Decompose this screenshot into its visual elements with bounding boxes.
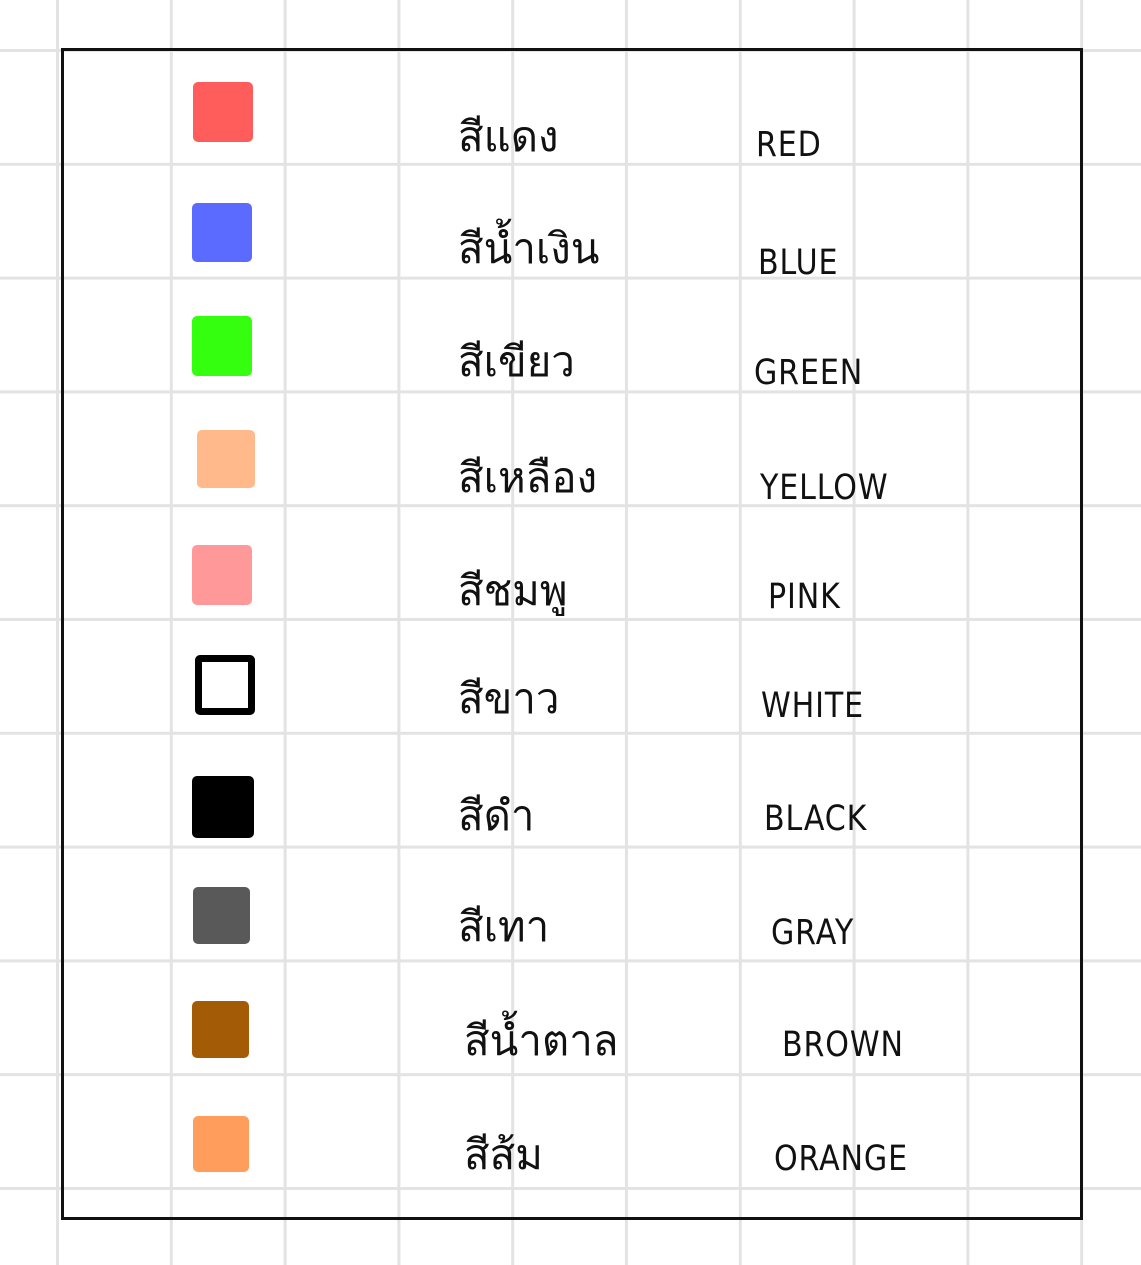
english-label-orange: ORANGE [774, 1139, 908, 1179]
swatch-blue [192, 203, 252, 262]
color-chart-frame: สีแดง RED สีน้ำเงิน BLUE สีเขียว GREEN ส… [61, 48, 1083, 1220]
swatch-green [192, 316, 252, 376]
english-label-blue: BLUE [758, 243, 839, 283]
swatch-orange [193, 1116, 249, 1172]
swatch-pink [192, 545, 252, 605]
swatch-gray [193, 887, 250, 944]
color-row-brown: สีน้ำตาล BROWN [64, 963, 1080, 1077]
thai-label-white: สีขาว [458, 674, 560, 723]
color-row-white: สีขาว WHITE [64, 621, 1080, 735]
color-row-orange: สีส้ม ORANGE [64, 1077, 1080, 1191]
english-label-gray: GRAY [771, 913, 855, 953]
color-row-blue: สีน้ำเงิน BLUE [64, 165, 1080, 283]
color-row-yellow: สีเหลือง YELLOW [64, 393, 1080, 508]
swatch-red [193, 82, 253, 142]
swatch-yellow [197, 430, 255, 488]
thai-label-yellow: สีเหลือง [458, 453, 598, 502]
thai-label-brown: สีน้ำตาล [464, 1016, 619, 1065]
thai-label-green: สีเขียว [458, 337, 575, 386]
thai-label-blue: สีน้ำเงิน [458, 224, 600, 273]
color-row-gray: สีเทา GRAY [64, 849, 1080, 963]
color-row-green: สีเขียว GREEN [64, 279, 1080, 393]
thai-label-red: สีแดง [458, 112, 559, 161]
thai-label-black: สีดำ [458, 791, 535, 840]
english-label-yellow: YELLOW [760, 468, 889, 508]
thai-label-orange: สีส้ม [464, 1130, 543, 1179]
english-label-red: RED [756, 125, 822, 165]
english-label-black: BLACK [764, 799, 868, 839]
color-row-black: สีดำ BLACK [64, 735, 1080, 849]
color-row-red: สีแดง RED [64, 51, 1080, 165]
swatch-black [192, 776, 254, 838]
english-label-pink: PINK [768, 577, 841, 617]
english-label-brown: BROWN [782, 1025, 904, 1065]
swatch-white [195, 655, 255, 715]
color-row-pink: สีชมพู PINK [64, 507, 1080, 621]
thai-label-gray: สีเทา [458, 902, 550, 951]
swatch-brown [192, 1001, 249, 1058]
english-label-white: WHITE [761, 686, 864, 726]
english-label-green: GREEN [754, 353, 864, 393]
thai-label-pink: สีชมพู [458, 566, 568, 615]
